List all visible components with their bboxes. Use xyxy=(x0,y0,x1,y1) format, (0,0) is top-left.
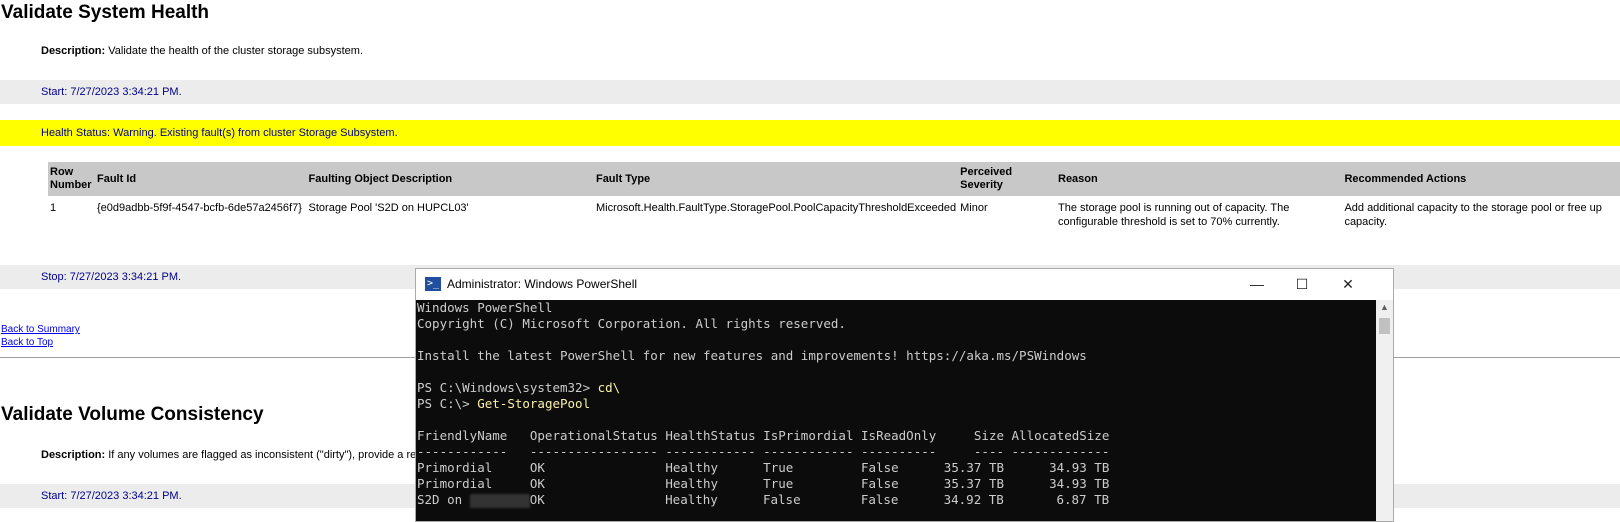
cell-row-number: 1 xyxy=(50,202,57,214)
console-output[interactable]: Windows PowerShell Copyright (C) Microso… xyxy=(416,300,1376,521)
powershell-icon: >_ xyxy=(425,277,441,291)
table-row: 1 {e0d9adbb-5f9f-4547-bcfb-6de57a2456f7}… xyxy=(48,196,1620,229)
description-text: If any volumes are flagged as inconsiste… xyxy=(108,449,417,461)
description-label: Description: xyxy=(41,449,106,461)
command: cd\ xyxy=(597,380,621,395)
console-line: Copyright (C) Microsoft Corporation. All… xyxy=(417,316,846,331)
cell-fault-type: Microsoft.Health.FaultType.StoragePool.P… xyxy=(595,202,957,214)
close-button[interactable]: ✕ xyxy=(1325,269,1371,300)
cell-object-description: Storage Pool 'S2D on HUPCL03' xyxy=(308,202,469,214)
description: Description: If any volumes are flagged … xyxy=(41,449,416,461)
prompt: PS C:\Windows\system32> xyxy=(417,380,598,395)
scrollbar[interactable]: ▲ xyxy=(1376,300,1393,521)
table-header: FriendlyName OperationalStatus HealthSta… xyxy=(417,428,1110,443)
col-fault-id: Fault Id xyxy=(94,162,307,196)
console-line: PS C:\> Get-StoragePool xyxy=(417,396,590,412)
powershell-window[interactable]: >_ Administrator: Windows PowerShell — ☐… xyxy=(415,268,1394,522)
console-line: PS C:\Windows\system32> cd\ xyxy=(417,380,620,396)
description: Description: Validate the health of the … xyxy=(41,45,363,57)
col-recommended-actions: Recommended Actions xyxy=(1342,162,1620,196)
back-to-top-link[interactable]: Back to Top xyxy=(1,337,53,348)
console-line: Windows PowerShell xyxy=(417,300,553,315)
col-fault-type: Fault Type xyxy=(593,162,959,196)
cell-fault-id: {e0d9adbb-5f9f-4547-bcfb-6de57a2456f7} xyxy=(96,202,302,214)
scroll-up-icon[interactable]: ▲ xyxy=(1376,302,1393,312)
table-separator: ------------ ----------------- ---------… xyxy=(417,444,1110,459)
fault-table: Row Number Fault Id Faulting Object Desc… xyxy=(48,162,1620,229)
cell-recommended-actions: Add additional capacity to the storage p… xyxy=(1344,202,1602,228)
cell-severity: Minor xyxy=(960,202,988,214)
start-time: Start: 7/27/2023 3:34:21 PM. xyxy=(0,80,1620,104)
description-label: Description: xyxy=(41,45,106,57)
health-status-warning: Health Status: Warning. Existing fault(s… xyxy=(0,120,1620,146)
pool-row-rest: OK Healthy False False 34.92 TB 6.87 TB xyxy=(529,492,1110,507)
minimize-button[interactable]: — xyxy=(1234,269,1280,300)
back-to-summary-link[interactable]: Back to Summary xyxy=(1,324,80,335)
col-severity: Perceived Severity xyxy=(958,162,1056,196)
scroll-thumb[interactable] xyxy=(1379,318,1390,334)
section-title-system-health: Validate System Health xyxy=(1,2,210,23)
title-bar[interactable]: >_ Administrator: Windows PowerShell — ☐… xyxy=(416,269,1393,300)
col-row-number: Row Number xyxy=(48,162,95,196)
col-object-description: Faulting Object Description xyxy=(306,162,594,196)
description-text: Validate the health of the cluster stora… xyxy=(108,45,364,57)
command: Get-StoragePool xyxy=(477,396,591,411)
table-row: Primordial OK Healthy True False 35.37 T… xyxy=(417,476,1110,491)
maximize-button[interactable]: ☐ xyxy=(1279,269,1325,300)
prompt: PS C:\> xyxy=(417,396,478,411)
table-row: S2D on OK Healthy False False 34.92 TB 6… xyxy=(417,492,1109,508)
redacted-name xyxy=(469,493,530,508)
table-row: Primordial OK Healthy True False 35.37 T… xyxy=(417,460,1110,475)
col-reason: Reason xyxy=(1056,162,1343,196)
window-title: Administrator: Windows PowerShell xyxy=(447,277,638,291)
console-line: Install the latest PowerShell for new fe… xyxy=(417,348,1087,363)
pool-name-prefix: S2D on xyxy=(417,492,470,507)
table-header-row: Row Number Fault Id Faulting Object Desc… xyxy=(48,162,1620,196)
section-title-volume-consistency: Validate Volume Consistency xyxy=(1,404,264,425)
cell-reason: The storage pool is running out of capac… xyxy=(1058,202,1290,228)
